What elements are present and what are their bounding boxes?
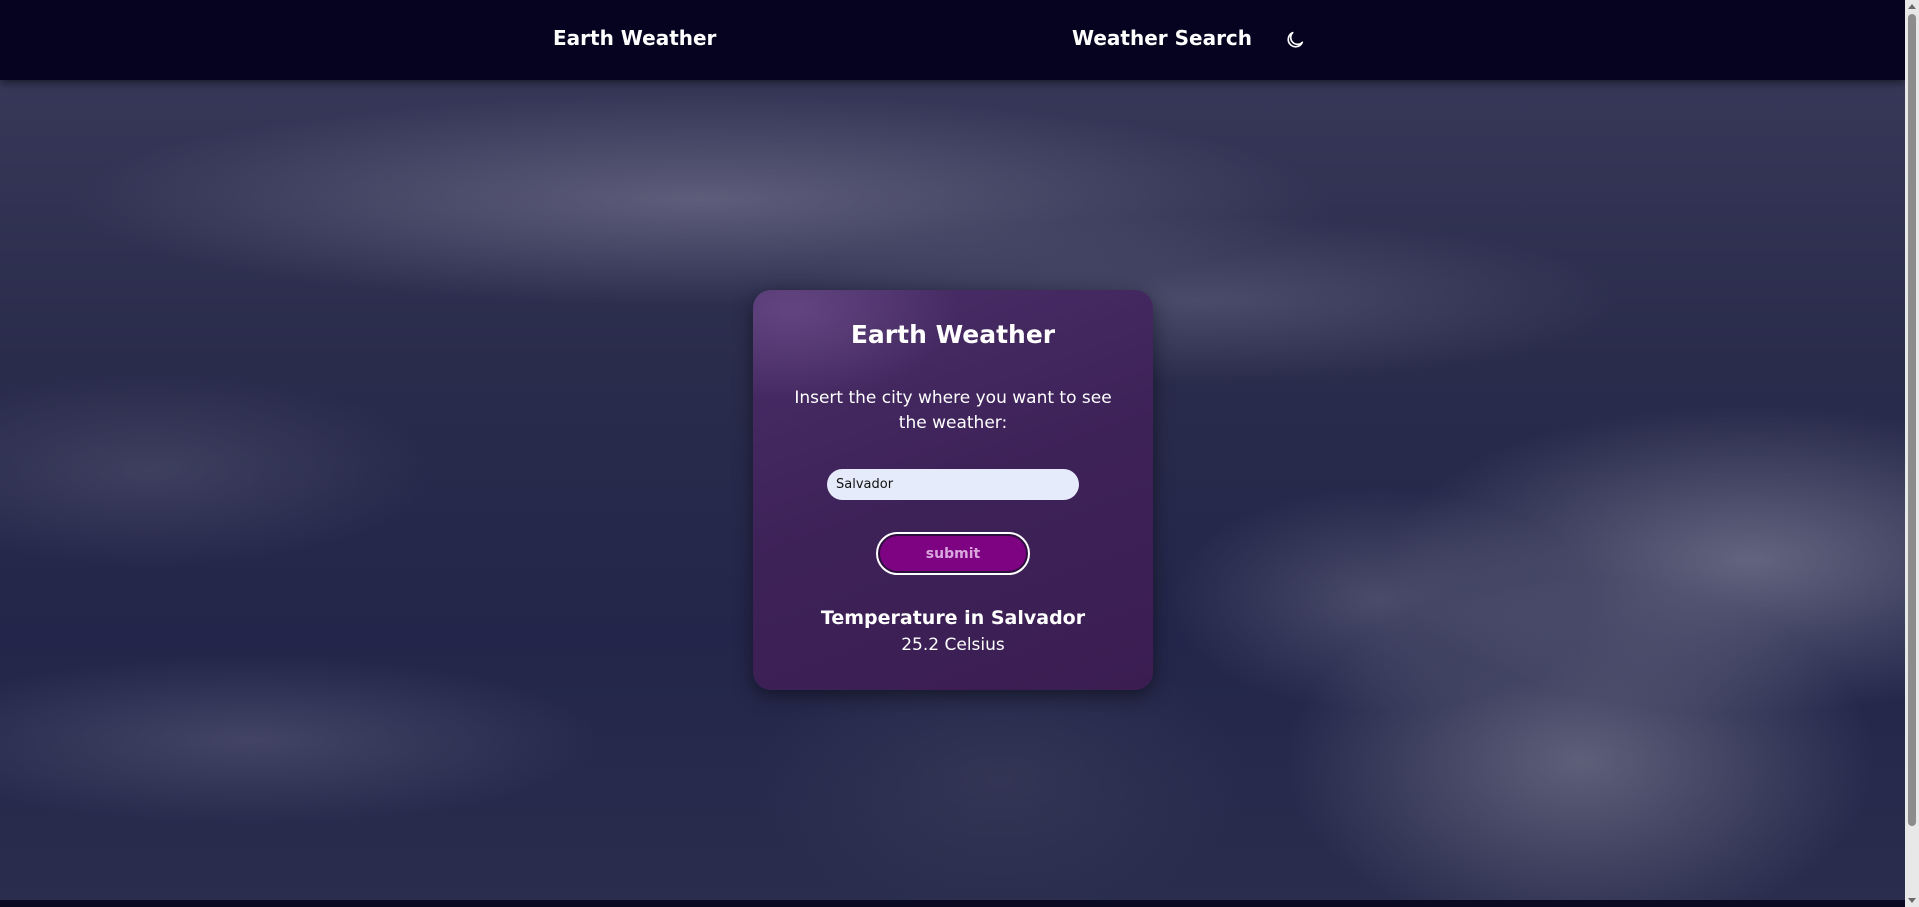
moon-icon[interactable] — [1284, 29, 1306, 51]
scroll-up-icon[interactable] — [1908, 4, 1916, 9]
result-heading: Temperature in Salvador — [820, 607, 1086, 629]
weather-card: Earth Weather Insert the city where you … — [753, 290, 1153, 690]
scroll-down-icon[interactable] — [1908, 898, 1916, 903]
city-input[interactable] — [827, 469, 1079, 500]
page-scrollbar[interactable] — [1905, 0, 1919, 907]
submit-button[interactable]: submit — [876, 532, 1030, 575]
city-prompt-label: Insert the city where you want to see th… — [794, 388, 1112, 433]
temperature-value: 25.2 Celsius — [901, 635, 1005, 655]
nav-brand-link[interactable]: Earth Weather — [553, 26, 716, 50]
navbar: Earth Weather Weather Search — [0, 0, 1905, 80]
page-footer-strip — [0, 900, 1905, 907]
scrollbar-thumb[interactable] — [1908, 14, 1916, 826]
card-title: Earth Weather — [850, 320, 1056, 349]
nav-weather-search-link[interactable]: Weather Search — [1072, 26, 1252, 50]
